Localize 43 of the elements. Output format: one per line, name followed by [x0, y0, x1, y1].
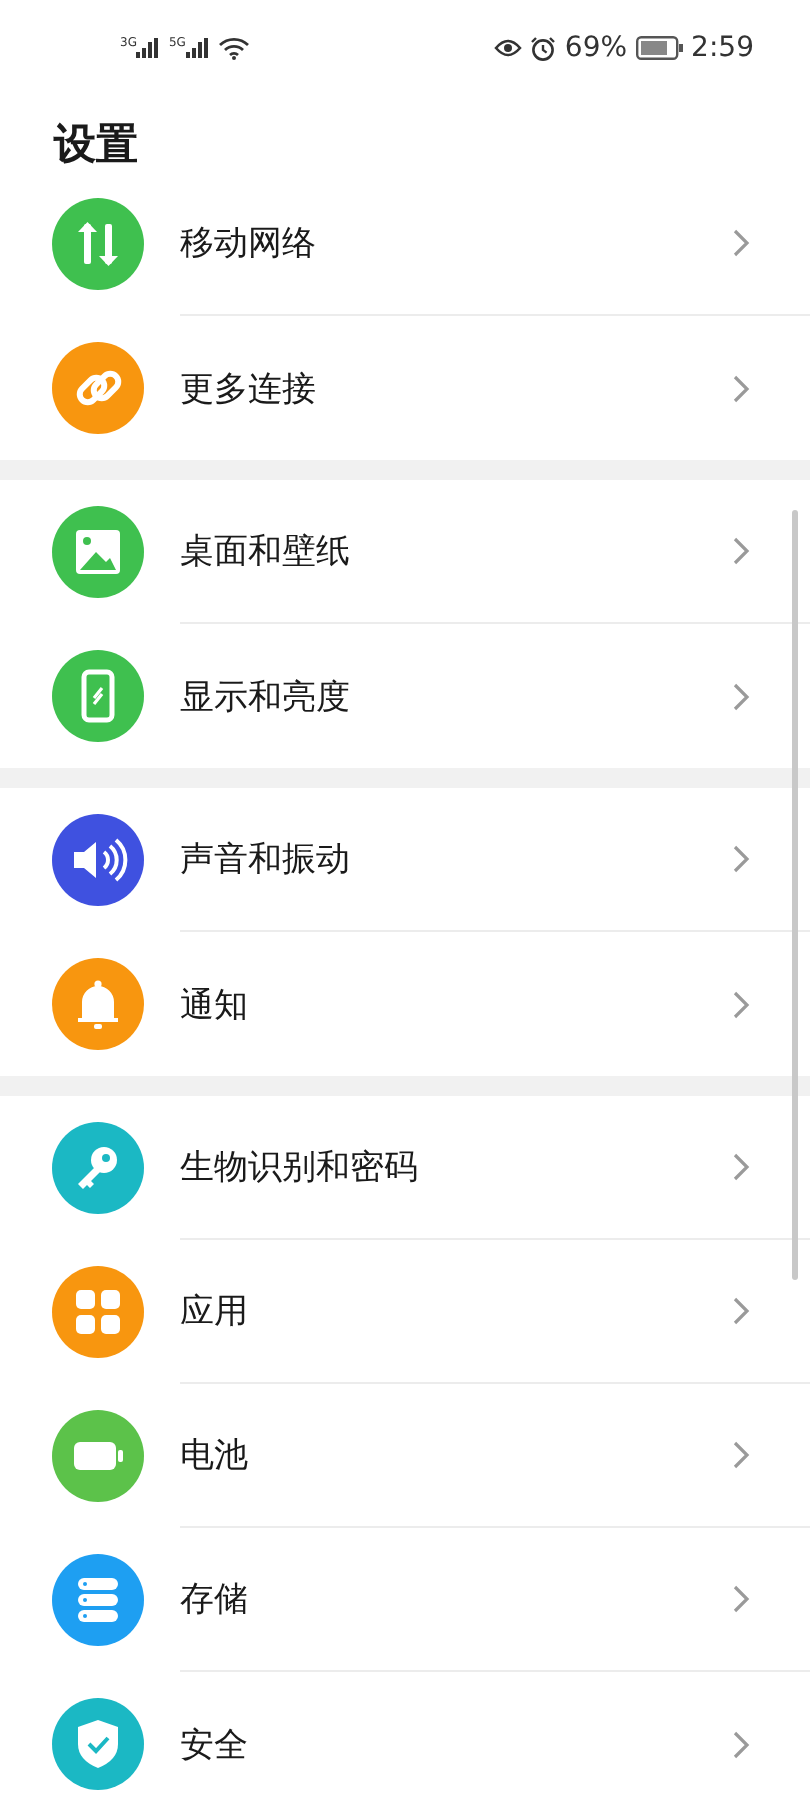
item-label: 通知: [180, 983, 248, 1027]
settings-item[interactable]: 生物识别和密码: [0, 1096, 810, 1240]
settings-item[interactable]: 通知: [0, 932, 810, 1076]
item-label: 应用: [180, 1290, 248, 1334]
signal-icon: [136, 38, 161, 58]
settings-item[interactable]: 存储: [0, 1528, 810, 1672]
item-label: 生物识别和密码: [180, 1146, 418, 1190]
page-title: 设置: [54, 118, 138, 172]
chevron-icon: [732, 228, 750, 258]
item-label: 显示和亮度: [180, 675, 350, 719]
chevron-icon: [732, 844, 750, 874]
item-label: 移动网络: [180, 222, 316, 266]
battery-percent: 69%: [564, 32, 628, 64]
chevron-icon: [732, 1296, 750, 1326]
item-label: 存储: [180, 1578, 248, 1622]
clock-time: 2:59: [691, 32, 754, 64]
chevron-icon: [732, 989, 750, 1019]
chevron-icon: [732, 536, 750, 566]
chevron-icon: [732, 373, 750, 403]
settings-item[interactable]: 桌面和壁纸: [0, 480, 810, 624]
chevron-icon: [732, 1440, 750, 1470]
item-label: 桌面和壁纸: [180, 530, 350, 574]
item-label: 电池: [180, 1434, 248, 1478]
item-label: 声音和振动: [180, 838, 350, 882]
settings-item[interactable]: 移动网络: [0, 196, 810, 316]
battery-icon: [635, 36, 684, 60]
chevron-icon: [732, 1729, 750, 1759]
chevron-icon: [732, 681, 750, 711]
settings-item[interactable]: 更多连接: [0, 316, 810, 460]
item-label: 安全: [180, 1723, 248, 1767]
settings-item[interactable]: 显示和亮度: [0, 624, 810, 768]
settings-item[interactable]: 电池: [0, 1384, 810, 1528]
item-label: 更多连接: [180, 367, 316, 411]
settings-item[interactable]: 应用: [0, 1240, 810, 1384]
alarm-icon: [530, 35, 557, 61]
signal-icon: [185, 38, 210, 58]
chevron-icon: [732, 1152, 750, 1182]
scrollbar[interactable]: [792, 510, 798, 1280]
settings-item[interactable]: 声音和振动: [0, 788, 810, 932]
chevron-icon: [732, 1584, 750, 1614]
wifi-icon: [217, 36, 250, 60]
settings-item[interactable]: 安全: [0, 1672, 810, 1800]
eye-icon: [494, 38, 523, 58]
